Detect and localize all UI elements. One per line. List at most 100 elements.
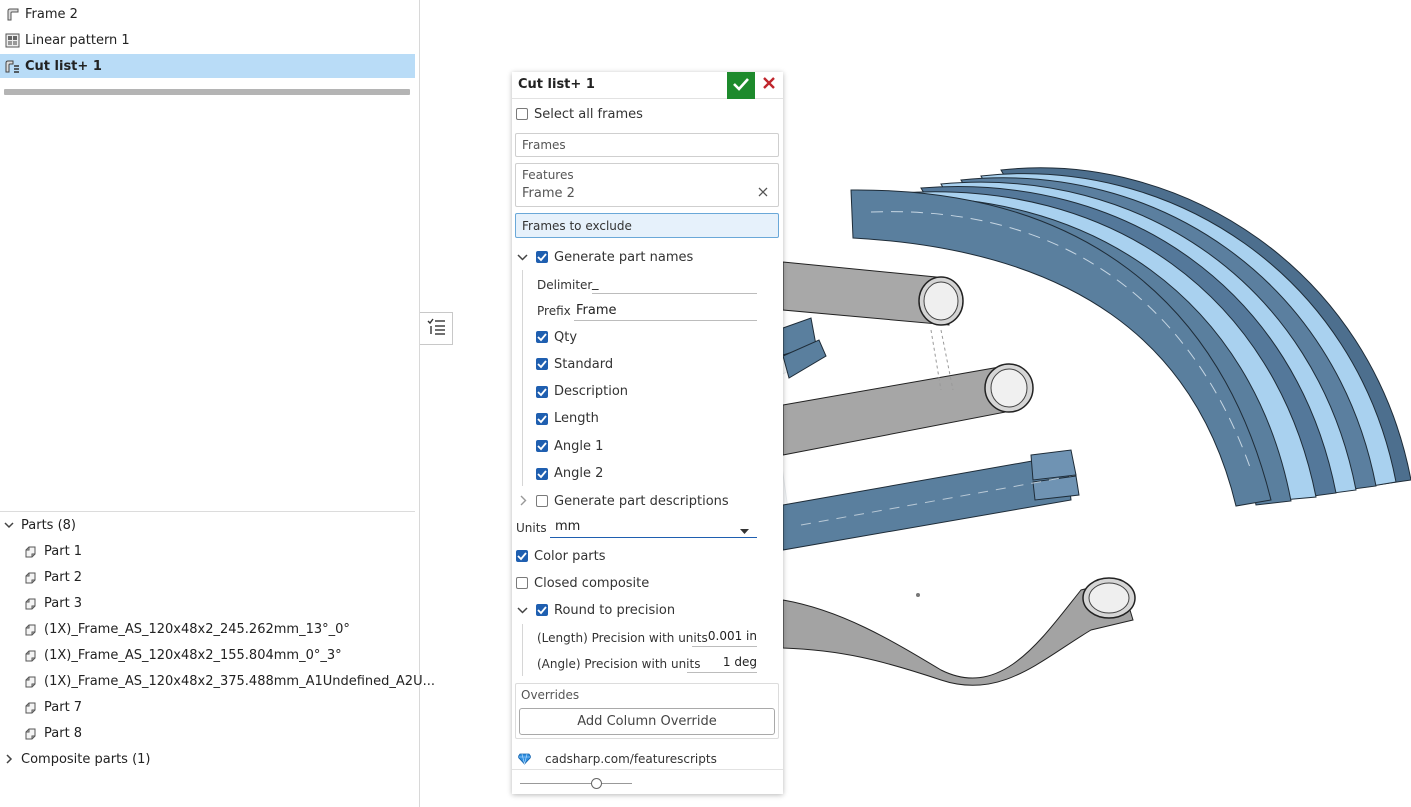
frames-to-exclude-field[interactable]: Frames to exclude xyxy=(515,213,779,238)
dialog-header: Cut list+ 1 xyxy=(512,72,783,99)
list-icon xyxy=(426,318,446,340)
name-option-row[interactable]: Description xyxy=(536,383,628,401)
tree-item-label: Frame 2 xyxy=(25,6,78,22)
part-list-item[interactable]: (1X)_Frame_AS_120x48x2_375.488mm_A1Undef… xyxy=(22,670,435,692)
part-list-item[interactable]: (1X)_Frame_AS_120x48x2_155.804mm_0°_3° xyxy=(22,644,342,666)
name-option-label: Description xyxy=(554,384,629,400)
name-option-row[interactable]: Qty xyxy=(536,328,577,346)
units-select[interactable]: mm xyxy=(550,517,757,538)
tree-item-frame-2[interactable]: Frame 2 xyxy=(0,2,415,26)
feature-list-toggle[interactable] xyxy=(420,312,453,345)
tree-divider xyxy=(0,511,415,512)
part-icon xyxy=(22,673,38,689)
chevron-down-icon[interactable] xyxy=(0,516,18,534)
part-label: Part 3 xyxy=(44,595,83,611)
part-list-item[interactable]: Part 1 xyxy=(22,540,82,562)
overrides-box: Overrides Add Column Override xyxy=(515,683,779,739)
parts-section-header[interactable]: Parts (8) xyxy=(0,514,76,536)
generate-part-names-row[interactable]: Generate part names xyxy=(536,248,693,266)
generate-part-descriptions-label: Generate part descriptions xyxy=(554,493,729,509)
generate-part-names-checkbox[interactable] xyxy=(536,251,548,263)
part-list-item[interactable]: Part 8 xyxy=(22,722,82,744)
curved-frame-group xyxy=(850,167,1411,507)
name-option-checkbox[interactable] xyxy=(536,331,548,343)
add-column-override-button[interactable]: Add Column Override xyxy=(519,708,775,735)
cutlist-icon xyxy=(4,58,20,74)
features-field[interactable]: Features Frame 2 xyxy=(515,163,779,207)
delimiter-label: Delimiter xyxy=(537,278,593,292)
feature-tree-panel: Frame 2 Linear pattern 1 Cut list+ 1 Par… xyxy=(0,0,435,807)
prefix-input[interactable]: Frame xyxy=(574,303,757,321)
composite-parts-header[interactable]: Composite parts (1) xyxy=(0,748,151,770)
prefix-label: Prefix xyxy=(537,304,571,318)
chevron-down-icon[interactable] xyxy=(517,252,528,267)
part-list-item[interactable]: Part 2 xyxy=(22,566,82,588)
origin-point xyxy=(916,593,920,597)
overrides-label: Overrides xyxy=(521,688,580,702)
length-precision-input[interactable]: 0.001 in xyxy=(692,629,757,647)
angle-precision-input[interactable]: 1 deg xyxy=(687,655,757,673)
frames-to-exclude-placeholder: Frames to exclude xyxy=(522,219,632,233)
color-parts-checkbox[interactable] xyxy=(516,550,528,562)
delimiter-input[interactable]: _ xyxy=(592,276,757,294)
chevron-right-icon[interactable] xyxy=(518,495,528,510)
part-label: (1X)_Frame_AS_120x48x2_375.488mm_A1Undef… xyxy=(44,673,435,689)
remove-feature-icon[interactable] xyxy=(758,186,768,201)
name-option-row[interactable]: Angle 1 xyxy=(536,437,603,455)
generate-part-descriptions-checkbox[interactable] xyxy=(536,495,548,507)
frame-icon xyxy=(4,6,20,22)
part-list-item[interactable]: (1X)_Frame_AS_120x48x2_245.262mm_13°_0° xyxy=(22,618,350,640)
part-list-item[interactable]: Part 3 xyxy=(22,592,82,614)
linear-pattern-icon xyxy=(4,32,20,48)
select-all-frames-checkbox[interactable] xyxy=(516,108,528,120)
part-label: Part 8 xyxy=(44,725,83,741)
name-option-checkbox[interactable] xyxy=(536,412,548,425)
name-option-label: Qty xyxy=(554,329,578,345)
closed-composite-label: Closed composite xyxy=(534,575,650,591)
closed-composite-row[interactable]: Closed composite xyxy=(516,574,649,592)
generate-part-descriptions-row[interactable]: Generate part descriptions xyxy=(536,492,729,510)
prefix-value: Frame xyxy=(576,303,617,318)
footer-link[interactable]: cadsharp.com/featurescripts xyxy=(545,752,717,766)
name-option-row[interactable]: Angle 2 xyxy=(536,465,603,483)
select-all-frames-row[interactable]: Select all frames xyxy=(516,105,643,123)
length-precision-label: (Length) Precision with units xyxy=(537,631,708,645)
name-option-checkbox[interactable] xyxy=(536,440,548,453)
part-icon xyxy=(22,647,38,663)
name-option-checkbox[interactable] xyxy=(536,385,548,398)
units-value: mm xyxy=(555,519,581,534)
tree-item-label: Linear pattern 1 xyxy=(25,32,130,48)
frames-field[interactable]: Frames xyxy=(515,133,779,157)
tree-horizontal-scrollbar[interactable] xyxy=(4,89,410,95)
name-option-row[interactable]: Length xyxy=(536,410,599,428)
profile-piece xyxy=(782,317,827,379)
part-icon xyxy=(22,595,38,611)
tree-item-linear-pattern-1[interactable]: Linear pattern 1 xyxy=(0,28,415,52)
cancel-button[interactable] xyxy=(758,74,780,96)
transparency-slider-thumb[interactable] xyxy=(591,778,603,789)
closed-composite-checkbox[interactable] xyxy=(516,577,528,589)
dialog-title: Cut list+ 1 xyxy=(518,77,595,92)
transparency-slider-track[interactable] xyxy=(520,783,632,784)
color-parts-row[interactable]: Color parts xyxy=(516,547,606,565)
length-precision-value: 0.001 in xyxy=(707,629,757,643)
part-icon xyxy=(22,699,38,715)
name-option-row[interactable]: Standard xyxy=(536,355,613,373)
chevron-right-icon[interactable] xyxy=(0,750,18,768)
part-icon xyxy=(22,621,38,637)
part-label: (1X)_Frame_AS_120x48x2_155.804mm_0°_3° xyxy=(44,647,342,663)
accept-button[interactable] xyxy=(727,72,755,99)
tree-item-cut-list-1[interactable]: Cut list+ 1 xyxy=(0,54,415,78)
bent-tube-part xyxy=(782,577,1136,686)
round-to-precision-row[interactable]: Round to precision xyxy=(536,601,675,619)
frames-placeholder: Frames xyxy=(522,138,566,152)
round-to-precision-checkbox[interactable] xyxy=(536,604,548,616)
chevron-down-icon[interactable] xyxy=(517,605,528,620)
select-all-frames-label: Select all frames xyxy=(534,106,643,122)
name-option-checkbox[interactable] xyxy=(536,467,548,480)
name-option-checkbox[interactable] xyxy=(536,358,548,371)
delimiter-value: _ xyxy=(592,276,599,291)
footer-separator xyxy=(512,769,783,770)
part-list-item[interactable]: Part 7 xyxy=(22,696,82,718)
part-label: (1X)_Frame_AS_120x48x2_245.262mm_13°_0° xyxy=(44,621,350,637)
